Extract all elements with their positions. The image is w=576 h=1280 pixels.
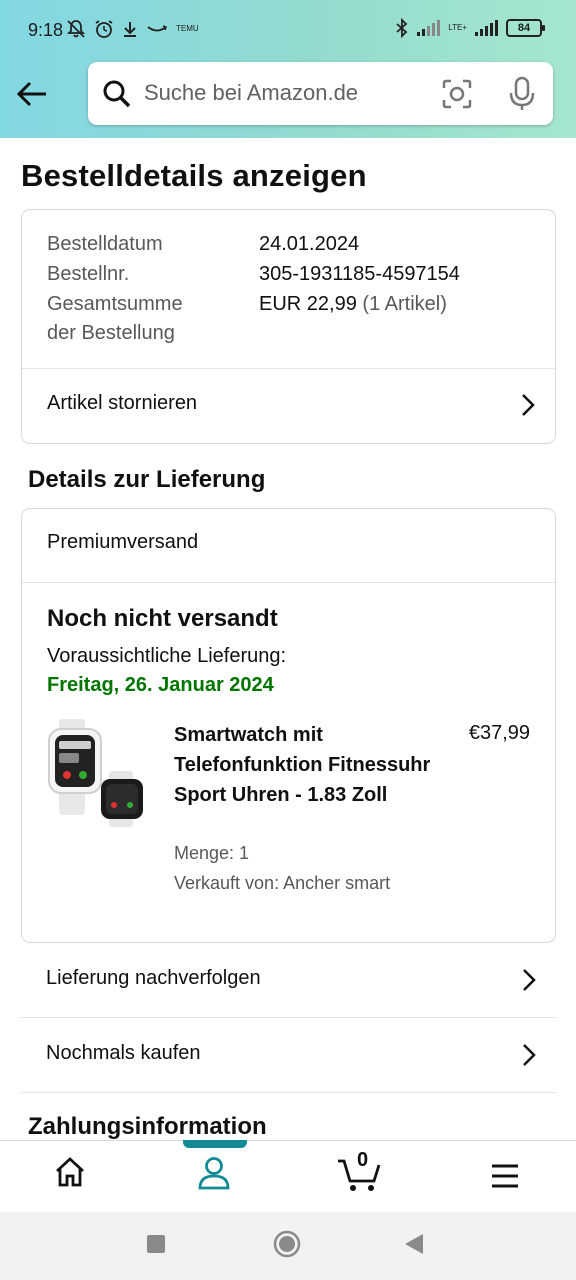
buy-again-row[interactable]: Nochmals kaufen	[21, 1019, 556, 1093]
product-image[interactable]	[47, 719, 155, 829]
network-type-label: LTE+	[448, 23, 467, 32]
battery-indicator: 84	[506, 19, 545, 37]
home-icon[interactable]	[53, 1155, 87, 1189]
order-total-label-line1: Gesamtsumme	[47, 293, 183, 315]
chevron-right-icon	[522, 394, 535, 416]
delivery-card: Premiumversand Noch nicht versandt Vorau…	[21, 508, 556, 943]
order-number-value: 305-1931185-4597154	[259, 263, 460, 285]
bell-off-icon	[66, 20, 86, 38]
active-tab-indicator	[183, 1140, 247, 1148]
back-arrow-icon[interactable]	[16, 78, 50, 110]
temu-label: TEMU	[176, 24, 199, 33]
order-date-label: Bestelldatum	[47, 233, 163, 255]
bluetooth-icon	[396, 18, 408, 38]
cancel-items-row[interactable]: Artikel stornieren	[22, 369, 555, 443]
search-icon	[103, 80, 131, 108]
search-bar[interactable]	[88, 62, 553, 125]
account-icon[interactable]	[197, 1155, 231, 1191]
product-title[interactable]: Smartwatch mit Telefonfunktion Fitnessuh…	[174, 720, 439, 810]
status-bar: 9:18 TEMU LTE+ 84	[0, 0, 576, 60]
divider	[22, 582, 555, 583]
bottom-navigation: 0	[0, 1140, 576, 1212]
payment-heading: Zahlungsinformation	[28, 1113, 267, 1140]
alarm-icon	[95, 20, 113, 38]
signal-icon-2	[475, 20, 498, 36]
order-total-items: (1 Artikel)	[362, 293, 447, 315]
order-summary-card: Bestelldatum 24.01.2024 Bestellnr. 305-1…	[21, 209, 556, 444]
delivery-heading: Details zur Lieferung	[28, 466, 266, 493]
shipment-status: Noch nicht versandt	[47, 605, 278, 632]
recent-apps-icon[interactable]	[147, 1235, 165, 1253]
expected-delivery-label: Voraussichtliche Lieferung:	[47, 645, 287, 667]
product-seller: Verkauft von: Ancher smart	[174, 873, 391, 893]
download-icon	[124, 22, 136, 37]
menu-icon[interactable]	[490, 1163, 520, 1189]
order-total-label-line2: der Bestellung	[47, 322, 175, 344]
home-circle-icon[interactable]	[273, 1230, 301, 1258]
cancel-items-label: Artikel stornieren	[47, 392, 198, 414]
chevron-right-icon	[523, 969, 536, 991]
product-price: €37,99	[468, 722, 530, 744]
track-package-row[interactable]: Lieferung nachverfolgen	[21, 944, 556, 1018]
order-total-value: EUR 22,99 (1 Artikel)	[259, 290, 447, 319]
page-title: Bestelldetails anzeigen	[21, 158, 367, 193]
back-triangle-icon[interactable]	[405, 1234, 423, 1254]
order-number-label: Bestellnr.	[47, 263, 130, 285]
signal-icon	[417, 20, 441, 36]
camera-search-icon[interactable]	[441, 78, 473, 110]
shipping-type: Premiumversand	[47, 531, 199, 553]
product-quantity: Menge: 1	[174, 843, 250, 863]
divider	[21, 1017, 556, 1018]
status-time: 9:18	[28, 20, 64, 40]
chevron-right-icon	[523, 1044, 536, 1066]
order-date-value: 24.01.2024	[259, 233, 360, 255]
order-total-amount: EUR 22,99	[259, 293, 357, 315]
search-input[interactable]	[144, 76, 424, 110]
buy-again-label: Nochmals kaufen	[46, 1042, 201, 1064]
track-package-label: Lieferung nachverfolgen	[46, 967, 261, 989]
system-navigation-bar	[0, 1212, 576, 1280]
cart-count: 0	[357, 1149, 369, 1171]
amazon-smile-icon	[147, 25, 167, 32]
divider	[21, 1092, 556, 1093]
cart-button[interactable]: 0	[336, 1149, 382, 1193]
microphone-icon[interactable]	[507, 76, 537, 112]
expected-delivery-date: Freitag, 26. Januar 2024	[47, 674, 274, 696]
